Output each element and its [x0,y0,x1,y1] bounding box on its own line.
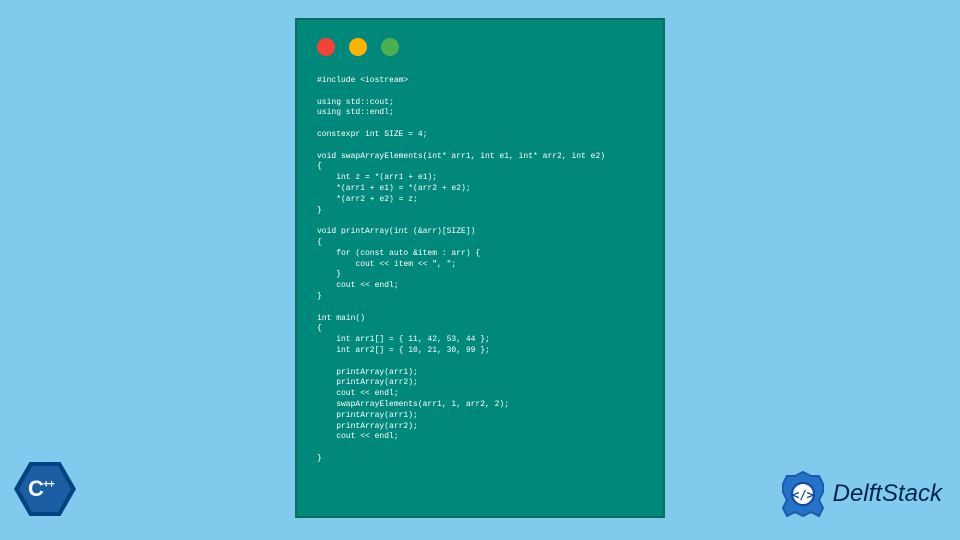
cpp-c: C [28,476,43,501]
delftstack-text: DelftStack [833,480,942,508]
minimize-icon[interactable] [349,38,367,56]
code-window: #include <iostream> using std::cout; usi… [295,18,665,518]
code-content: #include <iostream> using std::cout; usi… [297,66,663,485]
cpp-logo: C++ [14,458,76,520]
cpp-plusplus: ++ [43,479,54,491]
window-controls [297,20,663,66]
maximize-icon[interactable] [381,38,399,56]
gear-icon: </> [779,470,827,518]
close-icon[interactable] [317,38,335,56]
svg-text:</>: </> [792,488,814,502]
delftstack-logo: </> DelftStack [779,470,942,518]
cpp-label: C++ [28,476,54,502]
